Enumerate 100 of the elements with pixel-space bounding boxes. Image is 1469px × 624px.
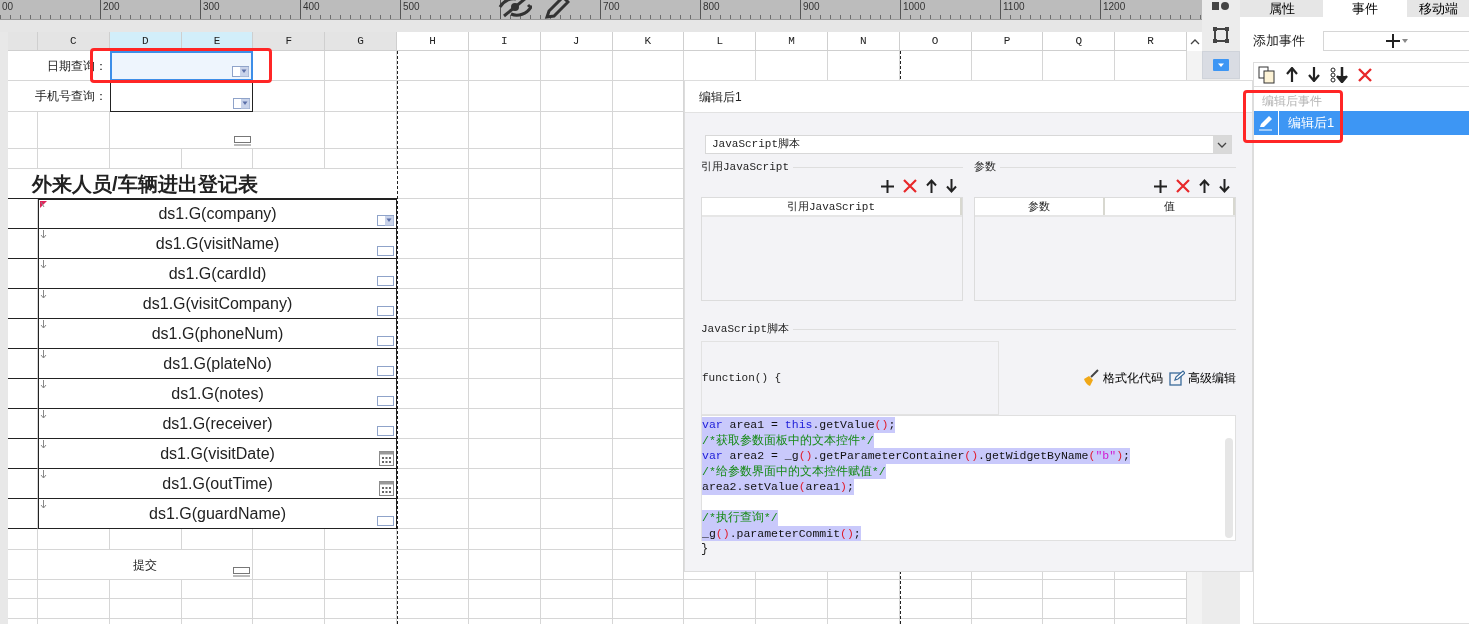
move-bottom-icon[interactable] bbox=[1330, 66, 1348, 83]
sheet-cell[interactable] bbox=[684, 580, 757, 599]
panel-tab[interactable]: 事件 bbox=[1323, 0, 1407, 17]
row-header-cell[interactable] bbox=[8, 199, 38, 229]
sheet-cell[interactable] bbox=[899, 599, 972, 619]
report-cell[interactable]: ds1.G(phoneNum) bbox=[38, 319, 398, 349]
column-header[interactable]: N bbox=[827, 32, 900, 51]
sheet-cell[interactable] bbox=[325, 51, 398, 81]
row-header-cell[interactable] bbox=[8, 499, 38, 529]
column-header[interactable]: I bbox=[468, 32, 541, 51]
sheet-cell[interactable] bbox=[1043, 599, 1116, 619]
sheet-cell[interactable] bbox=[540, 289, 613, 319]
arrow-up-icon[interactable] bbox=[926, 179, 937, 193]
sheet-cell[interactable] bbox=[612, 51, 685, 81]
row-header-cell[interactable] bbox=[8, 439, 38, 469]
report-cell[interactable]: ds1.G(notes) bbox=[38, 379, 398, 409]
sheet-cell[interactable] bbox=[827, 599, 900, 619]
sheet-cell[interactable] bbox=[325, 550, 398, 580]
delete-icon[interactable] bbox=[1358, 67, 1372, 82]
arrow-down-icon[interactable] bbox=[946, 179, 957, 193]
add-event-button[interactable] bbox=[1323, 31, 1469, 51]
sheet-cell[interactable] bbox=[253, 599, 326, 619]
report-cell[interactable]: ds1.G(plateNo) bbox=[38, 349, 398, 379]
arrow-down-icon[interactable] bbox=[1308, 67, 1320, 82]
sheet-cell[interactable] bbox=[756, 599, 828, 619]
sheet-cell[interactable] bbox=[540, 81, 613, 112]
sheet-cell[interactable] bbox=[971, 580, 1044, 599]
sheet-cell[interactable] bbox=[397, 112, 469, 149]
sheet-cell[interactable] bbox=[468, 149, 541, 169]
param-widget-cell[interactable] bbox=[109, 81, 254, 112]
sheet-cell[interactable] bbox=[325, 599, 398, 619]
column-header[interactable]: F bbox=[253, 32, 326, 51]
report-cell[interactable]: ds1.G(guardName) bbox=[38, 499, 398, 529]
column-header[interactable]: L bbox=[684, 32, 757, 51]
sheet-cell[interactable] bbox=[540, 112, 613, 149]
sheet-cell[interactable] bbox=[397, 149, 469, 169]
sheet-cell[interactable] bbox=[1043, 580, 1116, 599]
sheet-cell[interactable] bbox=[756, 580, 828, 599]
row-header-cell[interactable] bbox=[8, 259, 38, 289]
sheet-cell[interactable] bbox=[540, 499, 613, 529]
sheet-cell[interactable] bbox=[397, 51, 469, 81]
column-header[interactable]: P bbox=[971, 32, 1044, 51]
sheet-cell[interactable] bbox=[971, 599, 1044, 619]
arrow-up-icon[interactable] bbox=[1286, 67, 1298, 82]
sheet-cell[interactable] bbox=[325, 81, 398, 112]
sheet-cell[interactable] bbox=[540, 51, 613, 81]
row-header-cell[interactable] bbox=[8, 229, 38, 259]
scroll-up-icon[interactable] bbox=[1189, 38, 1200, 45]
column-header[interactable]: R bbox=[1115, 32, 1187, 51]
sheet-cell[interactable] bbox=[827, 580, 900, 599]
sheet-cell[interactable] bbox=[468, 169, 541, 199]
column-header[interactable]: M bbox=[756, 32, 828, 51]
sheet-cell[interactable] bbox=[540, 439, 613, 469]
sheet-cell[interactable] bbox=[540, 409, 613, 439]
report-cell[interactable]: ds1.G(visitName) bbox=[38, 229, 398, 259]
sheet-cell[interactable] bbox=[684, 599, 757, 619]
corner-cell[interactable] bbox=[8, 32, 38, 51]
sheet-cell[interactable] bbox=[540, 379, 613, 409]
report-cell[interactable]: ds1.G(outTime) bbox=[38, 469, 398, 499]
sheet-cell[interactable] bbox=[397, 81, 469, 112]
editor-action[interactable]: 格式化代码 bbox=[1082, 369, 1163, 387]
plus-icon[interactable] bbox=[1154, 179, 1167, 193]
sheet-cell[interactable] bbox=[540, 319, 613, 349]
row-header-cell[interactable] bbox=[8, 580, 38, 599]
sheet-cell[interactable] bbox=[109, 599, 182, 619]
report-cell[interactable]: ds1.G(cardId) bbox=[38, 259, 398, 289]
sheet-cell[interactable] bbox=[181, 599, 254, 619]
sheet-cell[interactable] bbox=[468, 319, 541, 349]
sheet-cell[interactable] bbox=[540, 149, 613, 169]
column-header[interactable]: G bbox=[325, 32, 398, 51]
row-header-cell[interactable] bbox=[8, 409, 38, 439]
sheet-cell[interactable] bbox=[899, 580, 972, 599]
sheet-cell[interactable] bbox=[468, 529, 541, 550]
row-header-cell[interactable] bbox=[8, 289, 38, 319]
sheet-cell[interactable] bbox=[397, 550, 469, 580]
row-header-cell[interactable] bbox=[8, 349, 38, 379]
sheet-cell[interactable] bbox=[540, 529, 613, 550]
sheet-cell[interactable] bbox=[468, 379, 541, 409]
sheet-cell[interactable] bbox=[468, 439, 541, 469]
sheet-cell[interactable] bbox=[38, 599, 110, 619]
sheet-cell[interactable] bbox=[468, 112, 541, 149]
row-header-cell[interactable] bbox=[8, 599, 38, 619]
sheet-cell[interactable] bbox=[540, 259, 613, 289]
plus-icon[interactable] bbox=[881, 179, 894, 193]
row-header-cell[interactable] bbox=[8, 319, 38, 349]
param-widget-cell[interactable] bbox=[109, 51, 254, 81]
report-cell[interactable]: ds1.G(visitCompany) bbox=[38, 289, 398, 319]
report-cell[interactable]: ds1.G(visitDate) bbox=[38, 439, 398, 469]
sheet-cell[interactable] bbox=[540, 349, 613, 379]
sheet-cell[interactable] bbox=[540, 580, 613, 599]
sheet-cell[interactable] bbox=[468, 599, 541, 619]
sheet-cell[interactable] bbox=[468, 550, 541, 580]
report-cell[interactable]: ds1.G(company) bbox=[38, 199, 398, 229]
report-cell[interactable]: ds1.G(receiver) bbox=[38, 409, 398, 439]
sheet-cell[interactable] bbox=[468, 199, 541, 229]
sheet-cell[interactable] bbox=[253, 580, 326, 599]
column-header[interactable]: Q bbox=[1043, 32, 1116, 51]
sheet-cell[interactable] bbox=[540, 169, 613, 199]
column-header[interactable]: H bbox=[397, 32, 469, 51]
sheet-cell[interactable] bbox=[540, 199, 613, 229]
